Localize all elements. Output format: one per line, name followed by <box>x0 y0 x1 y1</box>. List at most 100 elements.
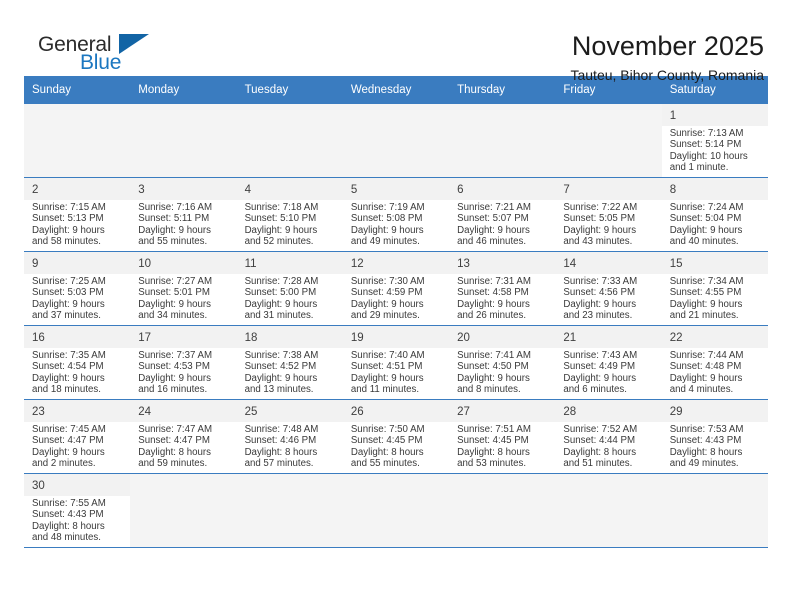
calendar-day-cell[interactable]: 1 Sunrise: 7:13 AM Sunset: 5:14 PM Daylight… <box>661 104 768 178</box>
sunset-text: Sunset: 4:53 PM <box>138 361 210 373</box>
sunrise-text: Sunrise: 7:30 AM <box>350 276 425 287</box>
calendar-day-cell[interactable]: 26 Sunrise: 7:50 AM Sunset: 4:45 PM Dayligh… <box>342 399 450 474</box>
day-cell-content: 23 Sunrise: 7:45 AM Sunset: 4:47 PM Dayligh… <box>24 400 131 473</box>
daylight-text-line2: and 55 minutes. <box>138 235 208 247</box>
calendar-day-cell[interactable]: 21 Sunrise: 7:43 AM Sunset: 4:49 PM Dayligh… <box>555 325 662 400</box>
calendar-cell-empty <box>236 473 343 548</box>
sunrise-text: Sunrise: 7:13 AM <box>669 128 744 139</box>
day-number-bar: 8 <box>661 178 768 200</box>
sunset-text: Sunset: 4:43 PM <box>32 509 104 521</box>
sunrise-text: Sunrise: 7:50 AM <box>350 424 425 435</box>
daylight-text-line1: Daylight: 9 hours <box>350 298 424 310</box>
daylight-text-line1: Daylight: 9 hours <box>563 224 637 236</box>
daylight-text-line2: and 23 minutes. <box>563 309 633 321</box>
day-number: 25 <box>244 406 258 418</box>
day-details: Sunrise: 7:41 AM Sunset: 4:50 PM Daylight:… <box>449 348 555 395</box>
calendar-day-cell[interactable]: 22 Sunrise: 7:44 AM Sunset: 4:48 PM Dayligh… <box>661 325 768 400</box>
calendar-day-cell[interactable]: 11 Sunrise: 7:28 AM Sunset: 5:00 PM Dayligh… <box>236 251 343 326</box>
daylight-text-line2: and 8 minutes. <box>457 383 521 395</box>
day-number: 18 <box>244 332 258 344</box>
calendar-day-cell[interactable]: 4 Sunrise: 7:18 AM Sunset: 5:10 PM Daylight… <box>236 177 343 252</box>
sunset-text: Sunset: 4:58 PM <box>457 287 529 299</box>
day-number-bar: 1 <box>661 104 768 126</box>
daylight-text-line1: Daylight: 9 hours <box>244 224 318 236</box>
daylight-text-line1: Daylight: 9 hours <box>138 224 211 236</box>
sunrise-text: Sunrise: 7:45 AM <box>32 424 106 435</box>
sunset-text: Sunset: 4:44 PM <box>563 435 636 447</box>
calendar-day-cell[interactable]: 9 Sunrise: 7:25 AM Sunset: 5:03 PM Daylight… <box>24 251 131 326</box>
day-number-bar: 12 <box>342 252 450 274</box>
daylight-text-line2: and 31 minutes. <box>244 309 314 321</box>
brand-logo[interactable]: General Blue <box>24 32 174 84</box>
sunrise-text: Sunrise: 7:52 AM <box>563 424 638 435</box>
day-number: 3 <box>138 184 145 196</box>
sunset-text: Sunset: 5:11 PM <box>138 213 210 225</box>
calendar-day-cell[interactable]: 23 Sunrise: 7:45 AM Sunset: 4:47 PM Dayligh… <box>24 399 131 474</box>
calendar-day-cell[interactable]: 10 Sunrise: 7:27 AM Sunset: 5:01 PM Dayligh… <box>130 251 237 326</box>
calendar-day-cell[interactable]: 17 Sunrise: 7:37 AM Sunset: 4:53 PM Dayligh… <box>130 325 237 400</box>
calendar-page: General Blue November 2025 Tauteu, Bihor… <box>0 0 792 612</box>
day-details: Sunrise: 7:38 AM Sunset: 4:52 PM Daylight:… <box>237 348 343 395</box>
calendar-day-cell[interactable]: 28 Sunrise: 7:52 AM Sunset: 4:44 PM Dayligh… <box>555 399 662 474</box>
day-number: 23 <box>32 406 45 418</box>
daylight-text-line2: and 46 minutes. <box>457 235 527 247</box>
calendar-day-cell[interactable]: 7 Sunrise: 7:22 AM Sunset: 5:05 PM Daylight… <box>555 177 662 252</box>
calendar-week-row: 23 Sunrise: 7:45 AM Sunset: 4:47 PM Dayligh… <box>24 399 768 474</box>
daylight-text-line1: Daylight: 9 hours <box>457 372 530 384</box>
sunrise-text: Sunrise: 7:53 AM <box>669 424 744 435</box>
calendar-day-cell[interactable]: 27 Sunrise: 7:51 AM Sunset: 4:45 PM Dayligh… <box>449 399 556 474</box>
calendar-day-cell[interactable]: 13 Sunrise: 7:31 AM Sunset: 4:58 PM Dayligh… <box>449 251 556 326</box>
daylight-text-line2: and 1 minute. <box>669 161 729 173</box>
daylight-text-line2: and 21 minutes. <box>669 309 739 321</box>
calendar-day-cell[interactable]: 20 Sunrise: 7:41 AM Sunset: 4:50 PM Dayligh… <box>449 325 556 400</box>
calendar-day-cell[interactable]: 14 Sunrise: 7:33 AM Sunset: 4:56 PM Dayligh… <box>555 251 662 326</box>
empty-placeholder <box>555 104 662 177</box>
sunset-text: Sunset: 5:10 PM <box>244 213 317 225</box>
day-cell-content: 25 Sunrise: 7:48 AM Sunset: 4:46 PM Dayligh… <box>236 400 343 473</box>
day-number: 29 <box>669 406 683 418</box>
day-details: Sunrise: 7:16 AM Sunset: 5:11 PM Daylight:… <box>130 200 236 247</box>
daylight-text-line1: Daylight: 9 hours <box>457 298 530 310</box>
calendar-day-cell[interactable]: 6 Sunrise: 7:21 AM Sunset: 5:07 PM Daylight… <box>449 177 556 252</box>
sunrise-text: Sunrise: 7:25 AM <box>32 276 106 287</box>
day-number: 14 <box>563 258 577 270</box>
calendar-week-row: 16 Sunrise: 7:35 AM Sunset: 4:54 PM Dayligh… <box>24 325 768 400</box>
calendar-day-cell[interactable]: 12 Sunrise: 7:30 AM Sunset: 4:59 PM Dayligh… <box>342 251 450 326</box>
empty-placeholder <box>342 474 450 547</box>
daylight-text-line1: Daylight: 9 hours <box>138 372 211 384</box>
day-number: 7 <box>563 184 570 196</box>
calendar-day-cell[interactable]: 30 Sunrise: 7:55 AM Sunset: 4:43 PM Dayligh… <box>24 473 131 548</box>
sunset-text: Sunset: 5:04 PM <box>669 213 742 225</box>
calendar-day-cell[interactable]: 2 Sunrise: 7:15 AM Sunset: 5:13 PM Daylight… <box>24 177 131 252</box>
calendar-day-cell[interactable]: 3 Sunrise: 7:16 AM Sunset: 5:11 PM Daylight… <box>130 177 237 252</box>
daylight-text-line2: and 48 minutes. <box>32 531 101 543</box>
calendar-day-cell[interactable]: 18 Sunrise: 7:38 AM Sunset: 4:52 PM Dayligh… <box>236 325 343 400</box>
sunrise-sunset-calendar: Sunday Monday Tuesday Wednesday Thursday Frid… <box>24 76 768 548</box>
day-number-bar: 14 <box>555 252 662 274</box>
calendar-day-cell[interactable]: 19 Sunrise: 7:40 AM Sunset: 4:51 PM Dayligh… <box>342 325 450 400</box>
sunrise-text: Sunrise: 7:47 AM <box>138 424 213 435</box>
daylight-text-line1: Daylight: 8 hours <box>138 446 211 458</box>
calendar-day-cell[interactable]: 8 Sunrise: 7:24 AM Sunset: 5:04 PM Daylight… <box>661 177 768 252</box>
calendar-day-cell[interactable]: 5 Sunrise: 7:19 AM Sunset: 5:08 PM Daylight… <box>342 177 450 252</box>
sunset-text: Sunset: 4:51 PM <box>350 361 423 373</box>
calendar-cell-empty <box>555 473 662 548</box>
day-cell-content: 2 Sunrise: 7:15 AM Sunset: 5:13 PM Daylight… <box>24 178 131 251</box>
day-details: Sunrise: 7:53 AM Sunset: 4:43 PM Daylight:… <box>662 422 768 469</box>
daylight-text-line1: Daylight: 9 hours <box>138 298 211 310</box>
calendar-day-cell[interactable]: 24 Sunrise: 7:47 AM Sunset: 4:47 PM Dayligh… <box>130 399 237 474</box>
daylight-text-line2: and 52 minutes. <box>244 235 314 247</box>
calendar-cell-empty <box>130 104 237 178</box>
day-cell-content: 14 Sunrise: 7:33 AM Sunset: 4:56 PM Dayligh… <box>555 252 662 325</box>
daylight-text-line1: Daylight: 9 hours <box>244 372 318 384</box>
page-header: General Blue November 2025 Tauteu, Bihor… <box>24 0 768 84</box>
day-number-bar: 21 <box>555 326 662 348</box>
day-number: 4 <box>244 184 251 196</box>
calendar-day-cell[interactable]: 25 Sunrise: 7:48 AM Sunset: 4:46 PM Dayligh… <box>236 399 343 474</box>
calendar-day-cell[interactable]: 29 Sunrise: 7:53 AM Sunset: 4:43 PM Dayligh… <box>661 399 768 474</box>
day-cell-content: 15 Sunrise: 7:34 AM Sunset: 4:55 PM Dayligh… <box>661 252 768 325</box>
calendar-day-cell[interactable]: 15 Sunrise: 7:34 AM Sunset: 4:55 PM Dayligh… <box>661 251 768 326</box>
day-details: Sunrise: 7:47 AM Sunset: 4:47 PM Daylight:… <box>130 422 236 469</box>
day-number: 17 <box>138 332 152 344</box>
calendar-day-cell[interactable]: 16 Sunrise: 7:35 AM Sunset: 4:54 PM Dayligh… <box>24 325 131 400</box>
